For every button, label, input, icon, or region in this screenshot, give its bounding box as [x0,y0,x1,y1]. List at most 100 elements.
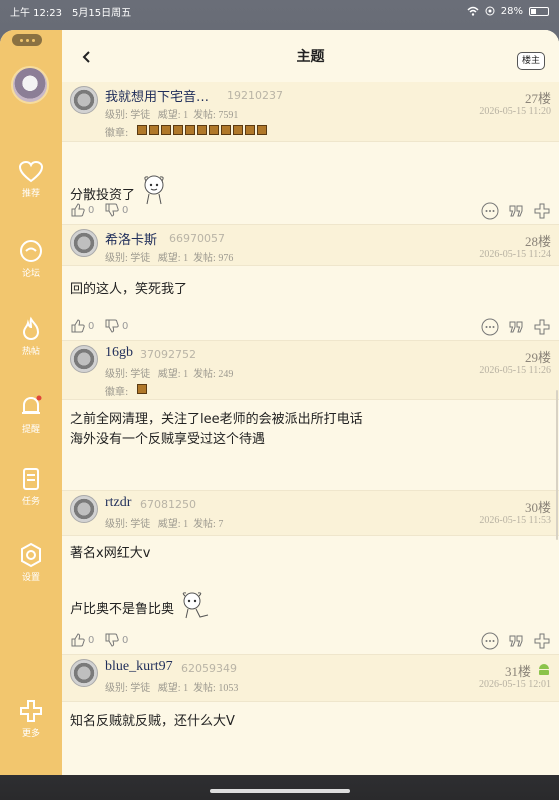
user-avatar[interactable] [11,66,49,104]
post-text: 海外没有一个反贼享受过这个待遇 [70,432,266,447]
list-item: rtzdr 67081250 级别: 学徒 威望: 1 发帖: 7 30楼 20… [62,490,559,654]
dislike-button[interactable]: 0 [104,318,128,334]
post-list[interactable]: 我就想用下宅音… 19210237 级别: 学徒 威望: 1 发帖: 7591 … [62,82,559,775]
sidebar-item-more[interactable]: 更多 [0,698,62,739]
badge-icon [233,125,243,135]
like-count: 0 [88,320,95,332]
badge-icon [245,125,255,135]
dislike-button[interactable]: 0 [104,632,128,648]
owner-only-button[interactable]: 楼主 [516,52,545,70]
badge-icon [197,125,207,135]
post-header: 我就想用下宅音… 19210237 级别: 学徒 威望: 1 发帖: 7591 … [62,82,559,142]
sidebar-item-label: 论坛 [21,269,40,279]
post-content: 回的这人，笑死我了 [62,266,559,316]
status-time: 上午 12:23 [10,7,62,19]
badge-icon [137,384,147,394]
reply-plus-icon[interactable] [533,318,551,336]
post-header: rtzdr 67081250 级别: 学徒 威望: 1 发帖: 7 30楼 20… [62,490,559,536]
post-time: 2026-05-15 11:20 [479,106,551,117]
battery-percent: 28% [500,5,523,17]
more-options-icon[interactable] [481,202,499,220]
dislike-count: 0 [122,204,129,216]
avatar[interactable] [70,86,98,114]
floor-number: 31楼 [504,664,531,679]
reply-plus-icon[interactable] [533,632,551,650]
dislike-button[interactable]: 0 [104,202,128,218]
wifi-icon [467,6,479,16]
sidebar-item-label: 任务 [21,497,40,507]
username[interactable]: 希洛卡斯 [105,229,157,248]
plus-icon [20,700,42,722]
badge-icon [185,125,195,135]
avatar[interactable] [70,659,98,687]
dislike-count: 0 [122,634,129,646]
floor-number: 27楼 [524,91,551,106]
username[interactable]: blue_kurt97 [105,659,173,675]
like-button[interactable]: 0 [70,318,94,334]
sidebar-item-recommend[interactable]: 推荐 [0,160,62,199]
sidebar-item-forum[interactable]: 论坛 [0,238,62,279]
quote-icon[interactable] [507,632,525,650]
dislike-count: 0 [122,320,129,332]
post-time: 2026-05-15 11:24 [479,249,551,260]
sidebar-item-label: 推荐 [21,189,40,199]
anime-sticker-icon [182,592,209,619]
back-icon[interactable] [80,50,94,64]
thumbs-up-icon [71,633,85,647]
sidebar-item-label: 设置 [21,573,40,583]
quote-icon[interactable] [507,202,525,220]
sidebar-item-tasks[interactable]: 任务 [0,466,62,507]
home-indicator[interactable] [210,789,350,793]
user-id: 19210237 [227,89,283,102]
thumbs-down-icon [105,203,119,217]
badge-icon [173,125,183,135]
avatar[interactable] [70,495,98,523]
like-count: 0 [88,634,95,646]
post-text: 知名反贼就反贼，还什么大V [70,714,235,729]
badge-icon [161,125,171,135]
sidebar-item-settings[interactable]: 设置 [0,542,62,583]
more-options-icon[interactable] [481,318,499,336]
badges-label: 徽章: [105,387,129,398]
thumbs-down-icon [105,633,119,647]
more-options-icon[interactable] [481,632,499,650]
status-date: 5月15日周五 [72,7,132,19]
window-menu-button[interactable] [12,34,42,46]
floor-number: 30楼 [524,500,551,515]
thumbs-up-icon [71,319,85,333]
user-meta: 级别: 学徒 威望: 1 发帖: 976 [105,253,234,264]
post-header: blue_kurt97 62059349 级别: 学徒 威望: 1 发帖: 10… [62,654,559,702]
avatar[interactable] [70,229,98,257]
task-icon [23,468,39,490]
post-time: 2026-05-15 11:26 [479,365,551,376]
status-bar: 上午 12:23 5月15日周五 28% [0,0,559,22]
user-meta: 级别: 学徒 威望: 1 发帖: 7 [105,519,224,530]
like-button[interactable]: 0 [70,632,94,648]
post-header: 希洛卡斯 66970057 级别: 学徒 威望: 1 发帖: 976 28楼 2… [62,224,559,266]
reply-plus-icon[interactable] [533,202,551,220]
floor-number: 28楼 [524,234,551,249]
user-id: 67081250 [140,498,196,511]
sidebar: 推荐 论坛 热帖 提醒 任务 设置 更多 [0,30,62,775]
username[interactable]: rtzdr [105,495,131,511]
post-actions: 0 0 [62,630,559,654]
sidebar-item-notify[interactable]: 提醒 [0,394,62,435]
username[interactable]: 我就想用下宅音… [105,86,209,105]
app-window: 推荐 论坛 热帖 提醒 任务 设置 更多 主题 楼主 我就想用下宅音… 1921… [0,30,559,775]
like-button[interactable]: 0 [70,202,94,218]
post-header: 16gb 37092752 级别: 学徒 威望: 1 发帖: 249 徽章: 2… [62,340,559,400]
post-content: 著名x网红大v 卢比奥不是鲁比奥 [62,536,559,630]
badges [137,384,147,394]
username[interactable]: 16gb [105,345,133,361]
list-item: blue_kurt97 62059349 级别: 学徒 威望: 1 发帖: 10… [62,654,559,746]
post-time: 2026-05-15 11:53 [479,515,551,526]
page-title: 主题 [296,49,325,65]
avatar[interactable] [70,345,98,373]
user-meta: 级别: 学徒 威望: 1 发帖: 249 [105,369,234,380]
flame-icon [22,316,40,341]
sidebar-item-hot[interactable]: 热帖 [0,316,62,357]
scrollbar[interactable] [556,390,558,540]
location-icon [485,6,495,16]
quote-icon[interactable] [507,318,525,336]
post-time: 2026-05-15 12:01 [479,679,551,690]
